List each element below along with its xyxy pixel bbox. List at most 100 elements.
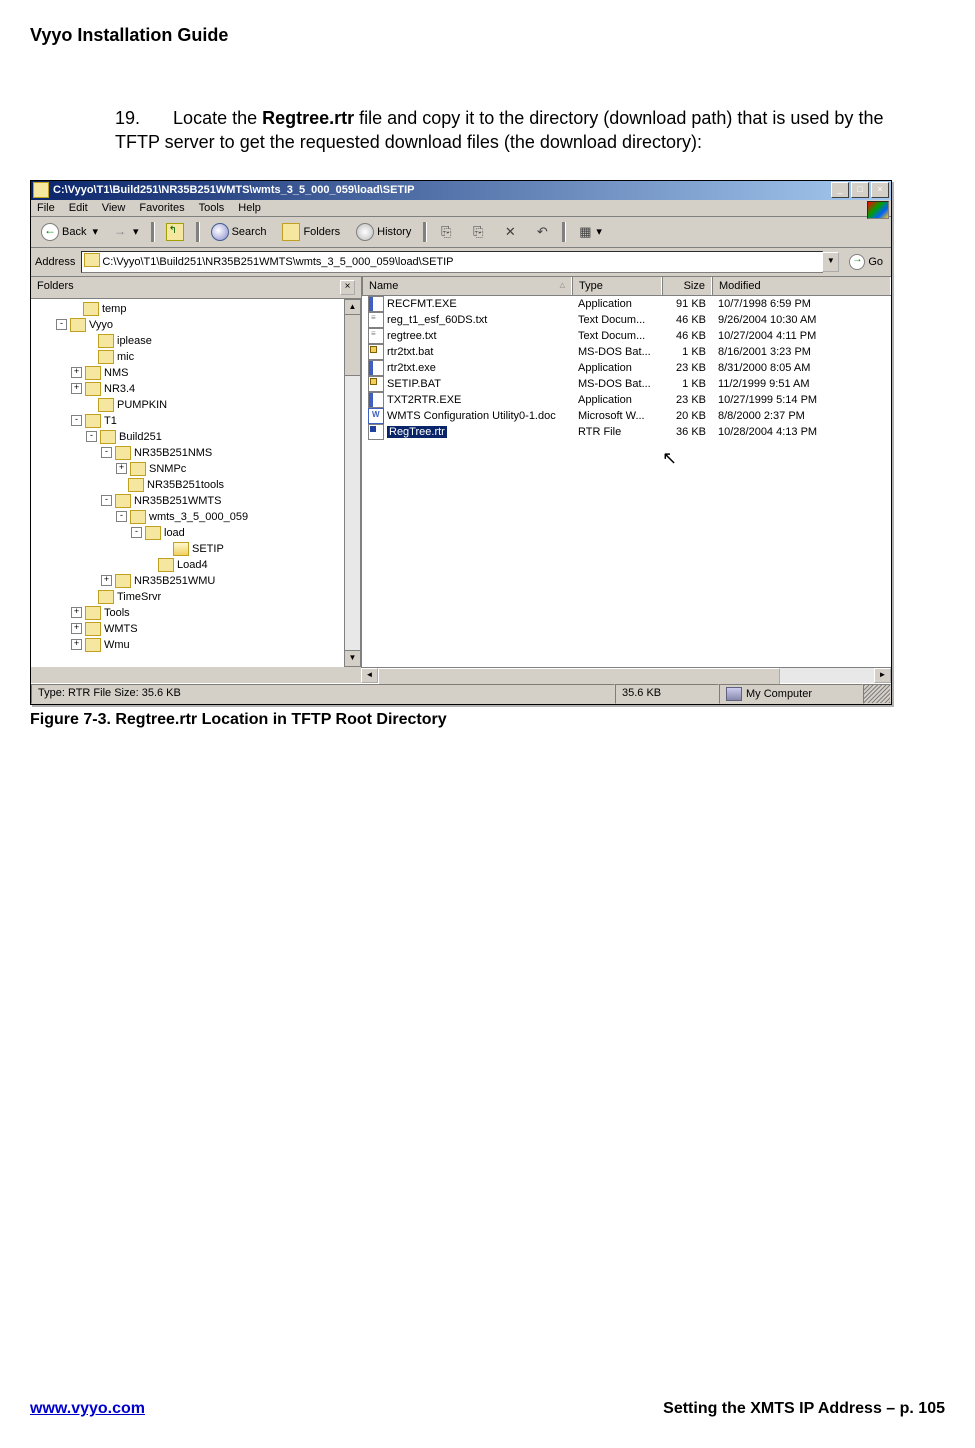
menu-help[interactable]: Help [238,202,261,214]
expand-toggle[interactable]: - [131,527,142,538]
file-mod: 10/27/1999 5:14 PM [712,394,891,406]
expand-toggle[interactable]: + [71,367,82,378]
tree-scroll-down[interactable]: ▼ [344,650,361,667]
my-computer-icon [726,687,742,701]
expand-toggle[interactable]: - [71,415,82,426]
mouse-cursor-icon: ↖ [662,448,677,469]
tree-label: Build251 [119,431,162,443]
expand-toggle[interactable]: + [116,463,127,474]
expand-toggle[interactable]: - [101,495,112,506]
views-button[interactable]: ▦▾ [571,221,608,243]
folders-icon [282,223,300,241]
col-size[interactable]: Size [662,277,712,295]
tree-item[interactable]: temp [31,301,361,317]
file-row[interactable]: RegTree.rtrRTR File36 KB10/28/2004 4:13 … [362,424,891,440]
address-bar: Address ▼ Go [31,248,891,277]
menu-file[interactable]: File [37,202,55,214]
file-row[interactable]: WMTS Configuration Utility0-1.docMicroso… [362,408,891,424]
tree-label: Load4 [177,559,208,571]
tree-item[interactable]: +Wmu [31,637,361,653]
menu-tools[interactable]: Tools [199,202,225,214]
minimize-button[interactable]: _ [831,182,849,198]
tree-label: NR35B251tools [147,479,224,491]
folder-tree[interactable]: ▲ ▼ temp-Vyyoipleasemic+NMS+NR3.4PUMPKIN… [31,299,361,667]
file-row[interactable]: TXT2RTR.EXEApplication23 KB10/27/1999 5:… [362,392,891,408]
tree-item[interactable]: +NR35B251WMU [31,573,361,589]
tree-item[interactable]: -load [31,525,361,541]
up-button[interactable] [160,220,190,244]
file-row[interactable]: reg_t1_esf_60DS.txtText Docum...46 KB9/2… [362,312,891,328]
tree-item[interactable]: PUMPKIN [31,397,361,413]
history-button[interactable]: History [350,220,417,244]
file-list[interactable]: RECFMT.EXEApplication91 KB10/7/1998 6:59… [362,296,891,667]
back-button[interactable]: Back ▾ [35,220,104,244]
undo-button[interactable]: ↶ [528,221,556,243]
footer-link[interactable]: www.vyyo.com [30,1400,145,1418]
rtr-file-icon [368,424,384,440]
go-button[interactable]: Go [845,253,887,271]
expand-toggle[interactable]: + [101,575,112,586]
expand-toggle[interactable]: - [116,511,127,522]
tree-item[interactable]: +NR3.4 [31,381,361,397]
tree-item[interactable]: iplease [31,333,361,349]
col-modified[interactable]: Modified [712,277,891,295]
tree-item[interactable]: + SNMPc [31,461,361,477]
address-dropdown[interactable]: ▼ [822,252,839,272]
tree-item[interactable]: TimeSrvr [31,589,361,605]
file-type: Microsoft W... [572,410,662,422]
tree-item[interactable]: -Vyyo [31,317,361,333]
maximize-button[interactable]: □ [851,182,869,198]
address-input[interactable] [81,251,823,273]
expand-toggle[interactable]: + [71,607,82,618]
tree-item[interactable]: NR35B251tools [31,477,361,493]
tree-item[interactable]: -T1 [31,413,361,429]
file-row[interactable]: SETIP.BATMS-DOS Bat...1 KB11/2/1999 9:51… [362,376,891,392]
col-name[interactable]: Name△ [362,277,572,295]
tree-item[interactable]: mic [31,349,361,365]
column-headers[interactable]: Name△ Type Size Modified [362,277,891,296]
expand-toggle[interactable]: - [86,431,97,442]
file-row[interactable]: RECFMT.EXEApplication91 KB10/7/1998 6:59… [362,296,891,312]
file-row[interactable]: rtr2txt.batMS-DOS Bat...1 KB8/16/2001 3:… [362,344,891,360]
col-type[interactable]: Type [572,277,662,295]
tree-scroll-thumb[interactable] [344,314,361,376]
hscroll-thumb[interactable] [378,668,780,685]
folders-button[interactable]: Folders [276,220,346,244]
delete-button[interactable]: ✕ [496,221,524,243]
expand-toggle[interactable]: + [71,639,82,650]
menu-edit[interactable]: Edit [69,202,88,214]
tree-label: SNMPc [149,463,186,475]
expand-toggle[interactable]: + [71,383,82,394]
tree-item[interactable]: SETIP [31,541,361,557]
tree-item[interactable]: +WMTS [31,621,361,637]
menu-favorites[interactable]: Favorites [139,202,184,214]
folder-icon [85,382,101,396]
close-button[interactable]: × [871,182,889,198]
expand-toggle[interactable]: - [101,447,112,458]
tree-item[interactable]: -wmts_3_5_000_059 [31,509,361,525]
file-row[interactable]: regtree.txtText Docum...46 KB10/27/2004 … [362,328,891,344]
tree-label: TimeSrvr [117,591,161,603]
tree-label: SETIP [192,543,224,555]
tree-item[interactable]: +Tools [31,605,361,621]
move-to-button[interactable]: ⎘ [432,221,460,243]
tree-item[interactable]: Load4 [31,557,361,573]
menu-view[interactable]: View [102,202,126,214]
file-size: 23 KB [662,394,712,406]
folders-pane-close[interactable]: × [340,280,355,295]
tree-item[interactable]: +NMS [31,365,361,381]
tree-item[interactable]: -NR35B251WMTS [31,493,361,509]
expand-toggle[interactable]: - [56,319,67,330]
titlebar[interactable]: C:\Vyyo\T1\Build251\NR35B251WMTS\wmts_3_… [31,181,891,200]
file-row[interactable]: rtr2txt.exeApplication23 KB8/31/2000 8:0… [362,360,891,376]
forward-button[interactable]: ▾ [108,221,145,243]
search-button[interactable]: Search [205,220,273,244]
horizontal-scrollbar[interactable]: ◄ ► [361,667,891,683]
tree-item[interactable]: - Build251 [31,429,361,445]
hscroll-left[interactable]: ◄ [361,668,378,683]
copy-to-button[interactable]: ⎘ [464,221,492,243]
expand-toggle[interactable]: + [71,623,82,634]
resize-grip[interactable] [863,684,891,704]
hscroll-right[interactable]: ► [874,668,891,683]
tree-item[interactable]: -NR35B251NMS [31,445,361,461]
